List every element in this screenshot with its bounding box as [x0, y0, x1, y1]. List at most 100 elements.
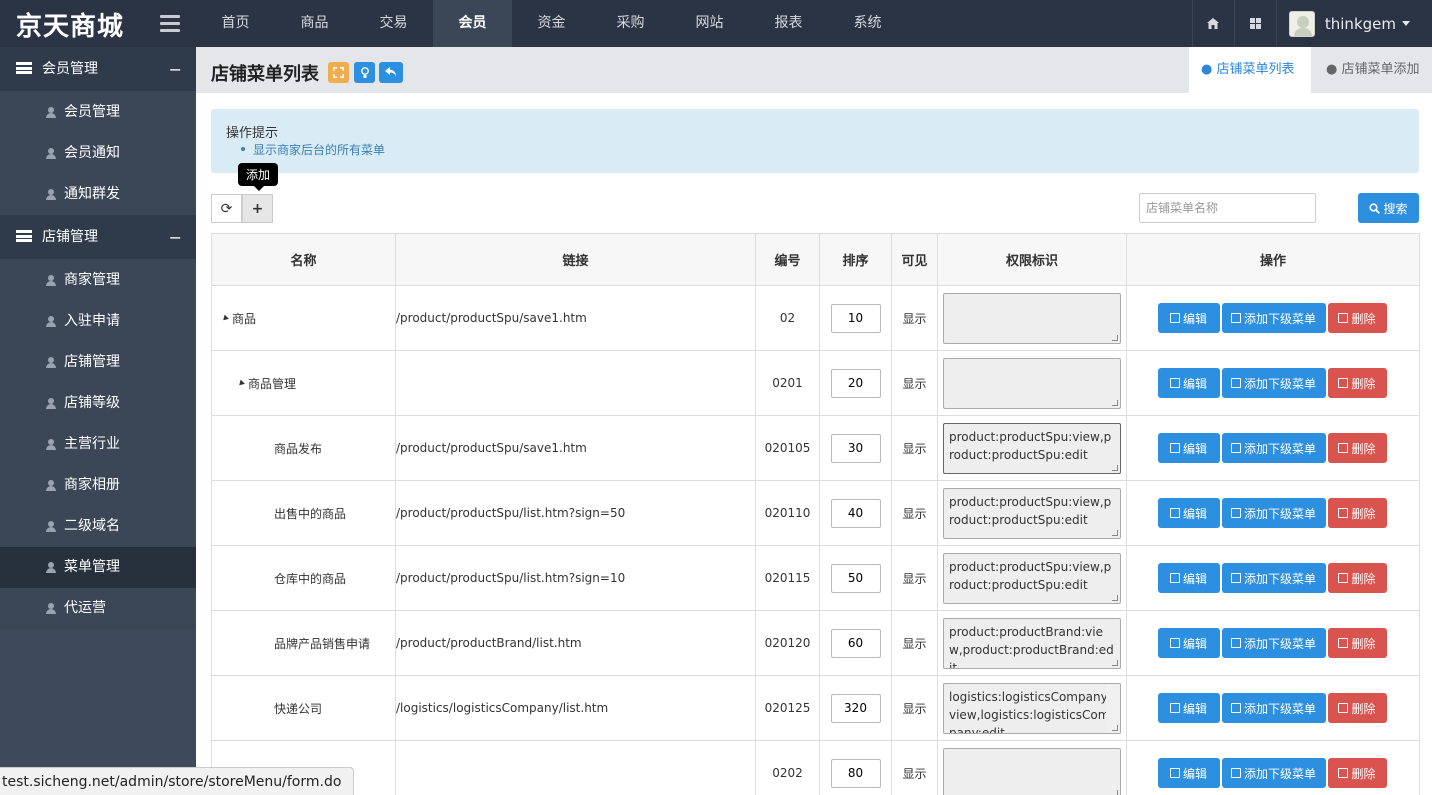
permission-text: product:productSpu:view,product:productS… [949, 559, 1112, 592]
resize-handle-icon[interactable] [1112, 399, 1118, 406]
nav-item[interactable]: 商品 [275, 0, 354, 47]
sidebar-item[interactable]: 店铺等级 [0, 383, 196, 424]
delete-button[interactable]: 删除 [1327, 498, 1387, 528]
sidebar-item[interactable]: 代运营 [0, 588, 196, 629]
sidebar-group[interactable]: 店铺管理 − [0, 215, 196, 260]
user-icon [46, 107, 56, 118]
resize-handle-icon[interactable] [1112, 464, 1118, 471]
sidebar-item[interactable]: 主营行业 [0, 424, 196, 465]
edit-button[interactable]: 编辑 [1157, 368, 1220, 398]
add-button[interactable]: + [242, 194, 273, 223]
search-button[interactable]: 搜索 [1358, 193, 1419, 223]
user-menu[interactable]: thinkgem [1275, 0, 1432, 47]
delete-button[interactable]: 删除 [1327, 563, 1387, 593]
add-child-button[interactable]: 添加下级菜单 [1221, 693, 1326, 723]
permission-textarea[interactable]: product:productSpu:view,product:productS… [943, 487, 1121, 539]
delete-button[interactable]: 删除 [1327, 693, 1387, 723]
permission-textarea[interactable] [943, 292, 1121, 344]
sidebar-item[interactable]: 会员管理 [0, 92, 196, 133]
edit-button[interactable]: 编辑 [1157, 563, 1220, 593]
edit-button[interactable]: 编辑 [1157, 758, 1220, 788]
add-child-button[interactable]: 添加下级菜单 [1221, 433, 1326, 463]
sidebar-item[interactable]: 会员通知 [0, 133, 196, 174]
nav-item[interactable]: 系统 [828, 0, 907, 47]
sort-input[interactable] [830, 563, 881, 593]
resize-handle-icon[interactable] [1112, 659, 1118, 666]
expand-icon[interactable] [221, 314, 229, 322]
sidebar-item[interactable]: 商家相册 [0, 465, 196, 506]
nav-item[interactable]: 交易 [354, 0, 433, 47]
sort-input[interactable] [830, 693, 881, 723]
add-child-button[interactable]: 添加下级菜单 [1221, 498, 1326, 528]
nav-item[interactable]: 网站 [670, 0, 749, 47]
edit-button[interactable]: 编辑 [1157, 628, 1220, 658]
sort-input[interactable] [830, 758, 881, 788]
nav-item[interactable]: 资金 [512, 0, 591, 47]
delete-button[interactable]: 删除 [1327, 758, 1387, 788]
add-child-button[interactable]: 添加下级菜单 [1221, 758, 1326, 788]
permission-textarea[interactable]: product:productSpu:view,product:productS… [943, 552, 1121, 604]
add-child-button[interactable]: 添加下级菜单 [1221, 563, 1326, 593]
sidebar-item[interactable]: 商家管理 [0, 260, 196, 301]
collapse-icon[interactable]: − [169, 47, 182, 92]
user-icon [46, 316, 56, 327]
column-header-link: 链接 [395, 233, 756, 286]
resize-handle-icon[interactable] [1112, 529, 1118, 536]
search-input[interactable] [1139, 193, 1316, 223]
sort-input[interactable] [830, 498, 881, 528]
home-icon[interactable] [1191, 0, 1234, 47]
nav-item[interactable]: 采购 [591, 0, 670, 47]
delete-button[interactable]: 删除 [1327, 368, 1387, 398]
resize-handle-icon[interactable] [1112, 594, 1118, 601]
tab-menu-add[interactable]: ● 店铺菜单添加 [1314, 47, 1432, 93]
sidebar-item[interactable]: 二级域名 [0, 506, 196, 547]
cell-permission: product:productSpu:view,product:productS… [937, 545, 1127, 611]
permission-textarea[interactable]: product:productSpu:view,product:productS… [943, 422, 1121, 474]
permission-text: product:productSpu:view,product:productS… [949, 429, 1112, 462]
permission-textarea[interactable] [943, 747, 1121, 795]
add-child-button[interactable]: 添加下级菜单 [1221, 303, 1326, 333]
sidebar-item[interactable]: 通知群发 [0, 174, 196, 215]
tab-menu-add-label: 店铺菜单添加 [1341, 62, 1420, 77]
nav-item[interactable]: 报表 [749, 0, 828, 47]
sidebar-item[interactable]: 菜单管理 [0, 547, 196, 588]
fullscreen-icon[interactable] [328, 62, 349, 83]
menu-toggle-icon[interactable] [160, 15, 180, 32]
sidebar-group[interactable]: 会员管理 − [0, 47, 196, 92]
resize-handle-icon[interactable] [1112, 789, 1118, 795]
cell-name: 快递公司 [211, 675, 396, 741]
sidebar-item[interactable]: 店铺管理 [0, 342, 196, 383]
cell-sort [819, 610, 892, 676]
sort-input[interactable] [830, 303, 881, 333]
sidebar-item[interactable]: 入驻申请 [0, 301, 196, 342]
lightbulb-icon[interactable] [354, 62, 375, 83]
nav-item[interactable]: 会员 [433, 0, 512, 47]
back-icon[interactable] [379, 62, 403, 83]
sort-input[interactable] [830, 433, 881, 463]
sort-input[interactable] [830, 628, 881, 658]
nav-item[interactable]: 首页 [196, 0, 275, 47]
delete-button[interactable]: 删除 [1327, 303, 1387, 333]
edit-button[interactable]: 编辑 [1157, 693, 1220, 723]
resize-handle-icon[interactable] [1112, 724, 1118, 731]
edit-button[interactable]: 编辑 [1157, 303, 1220, 333]
permission-textarea[interactable]: product:productBrand:view,product:produc… [943, 617, 1121, 669]
permission-textarea[interactable]: logistics:logisticsCompany:view,logistic… [943, 682, 1121, 734]
expand-icon[interactable] [237, 379, 245, 387]
resize-handle-icon[interactable] [1112, 334, 1118, 341]
add-child-button[interactable]: 添加下级菜单 [1221, 368, 1326, 398]
status-url: test.sicheng.net/admin/store/storeMenu/f… [0, 767, 355, 795]
sort-input[interactable] [830, 368, 881, 398]
refresh-button[interactable]: ⟳ [211, 194, 242, 223]
collapse-icon[interactable]: − [169, 215, 182, 260]
permission-textarea[interactable] [943, 357, 1121, 409]
sidebar-item-label: 店铺等级 [64, 395, 120, 411]
delete-button[interactable]: 删除 [1327, 433, 1387, 463]
search-icon [1369, 202, 1381, 214]
tab-menu-list[interactable]: ● 店铺菜单列表 [1189, 47, 1311, 93]
edit-button[interactable]: 编辑 [1157, 498, 1220, 528]
grid-icon[interactable] [1233, 0, 1276, 47]
add-child-button[interactable]: 添加下级菜单 [1221, 628, 1326, 658]
delete-button[interactable]: 删除 [1327, 628, 1387, 658]
edit-button[interactable]: 编辑 [1157, 433, 1220, 463]
